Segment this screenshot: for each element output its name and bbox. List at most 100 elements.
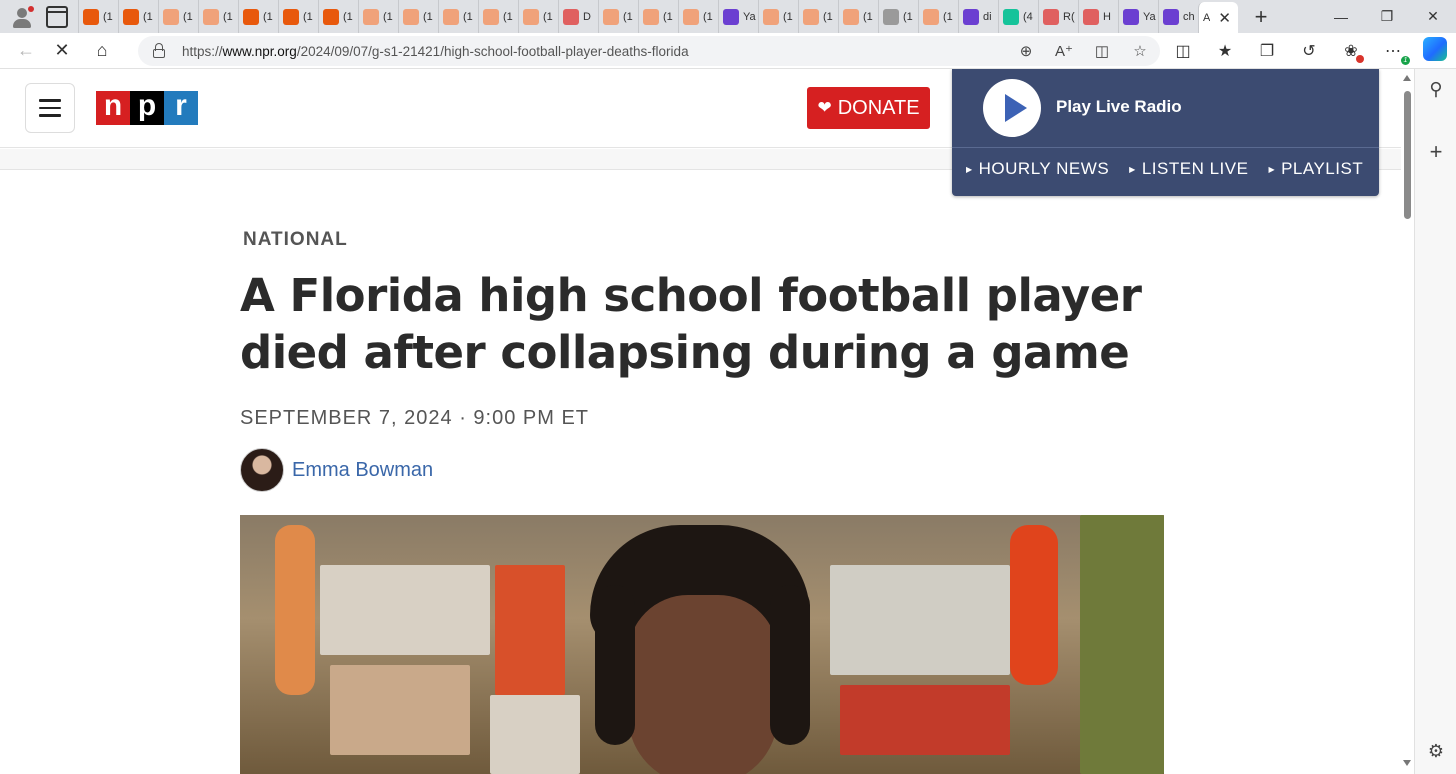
immersive-reader-icon[interactable]: ◫ bbox=[1092, 42, 1112, 60]
browser-tab[interactable]: (4 bbox=[998, 0, 1038, 33]
web-page: n p r ❤ DONATE Play Live Radio ▶ HOURLY N… bbox=[0, 69, 1401, 774]
author-name-link[interactable]: Emma Bowman bbox=[292, 459, 433, 482]
read-aloud-icon[interactable]: A⁺ bbox=[1054, 42, 1074, 60]
tab-title: di bbox=[983, 10, 992, 23]
home-icon[interactable]: ⌂ bbox=[86, 35, 118, 67]
browser-tab[interactable]: (1 bbox=[398, 0, 438, 33]
favorites-icon[interactable]: ★ bbox=[1214, 41, 1236, 61]
browser-tab[interactable]: (1 bbox=[158, 0, 198, 33]
tab-title: (1 bbox=[623, 10, 633, 23]
tab-title: (1 bbox=[463, 10, 473, 23]
tab-active[interactable]: A ✕ bbox=[1198, 2, 1238, 33]
tab-favicon-icon bbox=[203, 8, 219, 25]
favorite-star-icon[interactable]: ☆ bbox=[1130, 42, 1150, 60]
browser-tab[interactable]: (1 bbox=[478, 0, 518, 33]
copilot-icon[interactable] bbox=[1423, 37, 1447, 61]
browser-tab[interactable]: (1 bbox=[118, 0, 158, 33]
tab-favicon-icon bbox=[763, 8, 779, 25]
tab-favicon-icon bbox=[723, 8, 739, 25]
tab-favicon-icon bbox=[123, 8, 139, 25]
tab-favicon-icon bbox=[683, 8, 699, 25]
browser-tab[interactable]: ch bbox=[1158, 0, 1198, 33]
browser-tab[interactable]: (1 bbox=[878, 0, 918, 33]
tab-title: (1 bbox=[263, 10, 273, 23]
close-window-icon[interactable]: ✕ bbox=[1410, 0, 1456, 33]
close-tab-icon[interactable]: ✕ bbox=[1218, 9, 1231, 27]
scroll-thumb[interactable] bbox=[1404, 91, 1411, 219]
tab-favicon-icon bbox=[643, 8, 659, 25]
playlist-link[interactable]: ▶ PLAYLIST bbox=[1268, 159, 1363, 179]
section-slug[interactable]: NATIONAL bbox=[243, 229, 348, 251]
minimize-icon[interactable]: — bbox=[1318, 0, 1364, 33]
browser-tab[interactable]: (1 bbox=[638, 0, 678, 33]
browser-tab[interactable]: (1 bbox=[78, 0, 118, 33]
play-button-icon[interactable] bbox=[983, 79, 1041, 137]
url-text[interactable]: https://www.npr.org/2024/09/07/g-s1-2142… bbox=[182, 44, 689, 59]
window-controls: — ❐ ✕ bbox=[1318, 0, 1456, 33]
browser-tab[interactable]: (1 bbox=[198, 0, 238, 33]
tab-favicon-icon bbox=[963, 8, 979, 25]
tab-favicon-icon bbox=[1003, 8, 1019, 25]
browser-tab[interactable]: R( bbox=[1038, 0, 1078, 33]
browser-tab[interactable]: (1 bbox=[678, 0, 718, 33]
profile-avatar-icon[interactable] bbox=[8, 3, 36, 31]
tab-favicon-icon bbox=[1163, 8, 1179, 25]
browser-tab[interactable]: (1 bbox=[758, 0, 798, 33]
add-icon[interactable]: + bbox=[1415, 139, 1456, 165]
restore-icon[interactable]: ❐ bbox=[1364, 0, 1410, 33]
tab-favicon-icon bbox=[483, 8, 499, 25]
history-icon[interactable]: ↺ bbox=[1298, 41, 1320, 61]
play-live-radio-label[interactable]: Play Live Radio bbox=[1056, 97, 1182, 117]
npr-logo[interactable]: n p r bbox=[96, 91, 198, 125]
zoom-icon[interactable]: ⊕ bbox=[1016, 42, 1036, 60]
tab-title: Ya bbox=[1143, 10, 1156, 23]
browser-tab[interactable]: H bbox=[1078, 0, 1118, 33]
browser-tab[interactable]: (1 bbox=[278, 0, 318, 33]
scroll-down-icon[interactable] bbox=[1403, 760, 1411, 766]
scroll-up-icon[interactable] bbox=[1403, 75, 1411, 81]
browser-tab[interactable]: di bbox=[958, 0, 998, 33]
browser-tab[interactable]: (1 bbox=[838, 0, 878, 33]
article-headline: A Florida high school football player di… bbox=[240, 269, 1142, 379]
stop-loading-icon[interactable]: ✕ bbox=[46, 35, 78, 67]
tab-title: (1 bbox=[783, 10, 793, 23]
back-arrow-icon[interactable]: ← bbox=[10, 35, 42, 67]
tab-title: (1 bbox=[223, 10, 233, 23]
browser-tab[interactable]: (1 bbox=[238, 0, 278, 33]
browser-tab[interactable]: (1 bbox=[798, 0, 838, 33]
listen-live-link[interactable]: ▶ LISTEN LIVE bbox=[1129, 159, 1248, 179]
page-scrollbar[interactable] bbox=[1401, 69, 1414, 774]
browser-tab[interactable]: (1 bbox=[358, 0, 398, 33]
new-tab-button[interactable]: + bbox=[1246, 4, 1276, 30]
settings-more-icon[interactable]: ⋯ 1 bbox=[1382, 41, 1410, 65]
browser-tab[interactable]: Ya bbox=[1118, 0, 1158, 33]
address-bar[interactable]: https://www.npr.org/2024/09/07/g-s1-2142… bbox=[138, 36, 1160, 66]
edge-sidebar: ⚲ + ⚙ bbox=[1414, 69, 1456, 774]
tab-actions-menu-icon[interactable] bbox=[46, 5, 68, 28]
donate-button[interactable]: ❤ DONATE bbox=[807, 87, 930, 129]
tab-title: (1 bbox=[863, 10, 873, 23]
active-tab-title: A bbox=[1203, 11, 1211, 24]
hourly-news-link[interactable]: ▶ HOURLY NEWS bbox=[966, 159, 1109, 179]
tab-favicon-icon bbox=[243, 8, 259, 25]
extensions-icon[interactable]: ❀ bbox=[1340, 41, 1364, 63]
lock-icon[interactable] bbox=[152, 43, 166, 59]
tab-title: ch bbox=[1183, 10, 1195, 23]
split-screen-icon[interactable]: ◫ bbox=[1172, 41, 1194, 61]
gear-icon[interactable]: ⚙ bbox=[1415, 741, 1456, 762]
collections-icon[interactable]: ❐ bbox=[1256, 41, 1278, 61]
tab-favicon-icon bbox=[883, 8, 899, 25]
hamburger-menu-button[interactable] bbox=[25, 83, 75, 133]
tab-title: (1 bbox=[383, 10, 393, 23]
tab-favicon-icon bbox=[1123, 8, 1139, 25]
browser-tab[interactable]: (1 bbox=[318, 0, 358, 33]
browser-tab[interactable]: Ya bbox=[718, 0, 758, 33]
author-avatar[interactable] bbox=[240, 448, 284, 492]
browser-tab[interactable]: (1 bbox=[438, 0, 478, 33]
browser-tab[interactable]: (1 bbox=[918, 0, 958, 33]
browser-tab[interactable]: (1 bbox=[518, 0, 558, 33]
browser-tab[interactable]: D bbox=[558, 0, 598, 33]
search-icon[interactable]: ⚲ bbox=[1415, 79, 1456, 100]
browser-tab[interactable]: (1 bbox=[598, 0, 638, 33]
tab-favicon-icon bbox=[843, 8, 859, 25]
